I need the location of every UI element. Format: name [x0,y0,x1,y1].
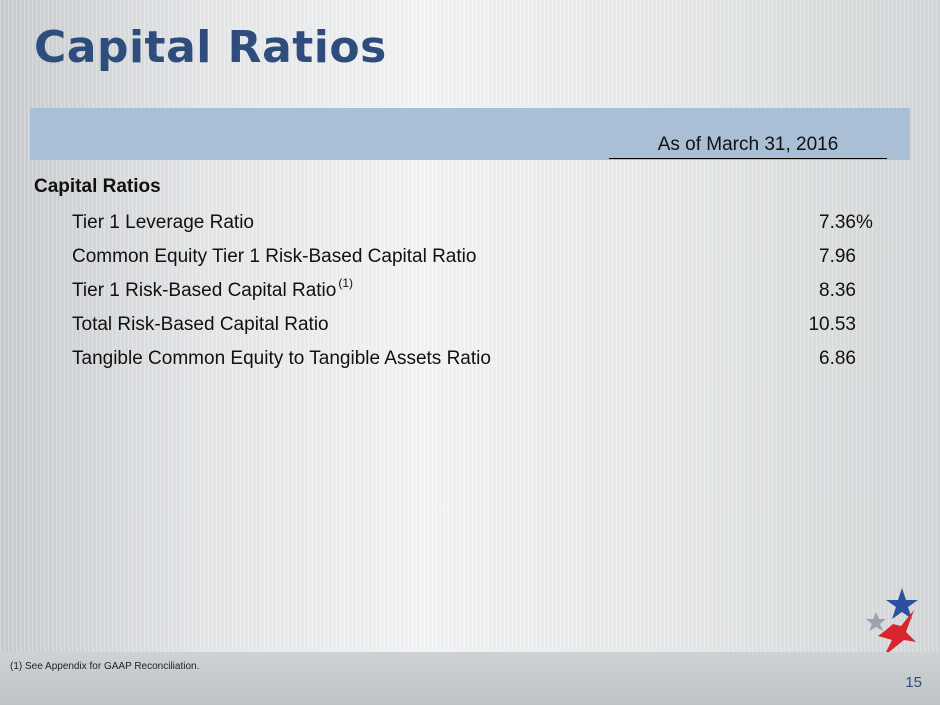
page-number: 15 [905,674,922,691]
table-row: Total Risk-Based Capital Ratio 10.53 [0,314,940,344]
star-logo-icon [866,588,918,656]
footer-band [0,652,940,705]
page-title: Capital Ratios [34,22,387,73]
row-value: 8.36 [819,280,856,301]
row-label: Tier 1 Risk-Based Capital Ratio (1) [72,276,354,301]
row-value: 7.36 [819,212,856,233]
row-label: Tier 1 Leverage Ratio [72,212,255,233]
row-label: Tangible Common Equity to Tangible Asset… [72,348,491,369]
footnote-reference: (1) [338,276,354,290]
row-value: 7.96 [819,246,856,267]
table-row: Tangible Common Equity to Tangible Asset… [0,348,940,378]
row-label: Common Equity Tier 1 Risk-Based Capital … [72,246,477,267]
table-row: Common Equity Tier 1 Risk-Based Capital … [0,246,940,276]
row-value: 10.53 [808,314,856,335]
section-label: Capital Ratios [34,176,161,197]
percent-sign: % [856,212,873,233]
row-value: 6.86 [819,348,856,369]
row-label: Total Risk-Based Capital Ratio [72,314,329,335]
footnote: (1) See Appendix for GAAP Reconciliation… [10,661,200,672]
table-row: Tier 1 Risk-Based Capital Ratio (1) 8.36 [0,276,940,310]
table-row: Tier 1 Leverage Ratio 7.36 % [0,212,940,242]
column-header-date: As of March 31, 2016 [609,132,887,159]
